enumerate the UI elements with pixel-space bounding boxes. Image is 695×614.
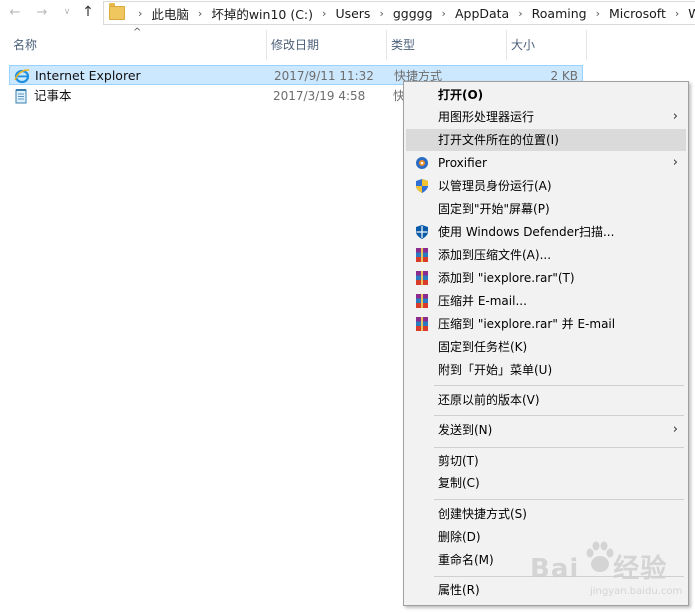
folder-icon <box>109 3 125 20</box>
address-toolbar: ← → ∨ ↑ › 此电脑 › 坏掉的win10 (C:) › Users › … <box>0 0 695 26</box>
breadcrumb-item[interactable]: ggggg <box>393 6 433 21</box>
breadcrumb-separator-icon[interactable]: › <box>518 7 522 20</box>
forward-arrow-icon[interactable]: → <box>33 3 51 21</box>
back-arrow-icon[interactable]: ← <box>6 3 24 21</box>
uac-shield-icon <box>416 179 428 193</box>
baidu-paw-icon <box>586 541 614 572</box>
winrar-icon <box>416 317 428 331</box>
menu-item-run-with-gpu[interactable]: 用图形处理器运行 › <box>406 106 686 128</box>
breadcrumb-separator-icon[interactable]: › <box>198 7 202 20</box>
breadcrumb-separator-icon[interactable]: › <box>322 7 326 20</box>
proxifier-icon <box>416 157 428 169</box>
column-header-name[interactable]: 名称 <box>9 30 267 60</box>
file-date: 2017/3/19 4:58 <box>273 89 366 103</box>
menu-item-open[interactable]: 打开(O) <box>406 84 686 106</box>
winrar-icon <box>416 271 428 285</box>
menu-item-add-to-archive[interactable]: 添加到压缩文件(A)... <box>406 244 686 266</box>
menu-item-delete[interactable]: 删除(D) <box>406 526 686 548</box>
breadcrumb-item[interactable]: Wi <box>688 6 695 21</box>
menu-separator <box>434 447 684 448</box>
up-arrow-icon[interactable]: ↑ <box>79 3 97 21</box>
breadcrumb-separator-icon[interactable]: › <box>138 7 142 20</box>
breadcrumb-separator-icon[interactable]: › <box>379 7 383 20</box>
menu-item-pin-to-start[interactable]: 固定到"开始"屏幕(P) <box>406 198 686 220</box>
menu-separator <box>434 499 684 500</box>
breadcrumb-separator-icon[interactable]: › <box>596 7 600 20</box>
context-menu: 打开(O) 用图形处理器运行 › 打开文件所在的位置(I) Proxifier … <box>403 81 689 606</box>
breadcrumb-separator-icon[interactable]: › <box>675 7 679 20</box>
winrar-icon <box>416 294 428 308</box>
menu-item-run-as-admin[interactable]: 以管理员身份运行(A) <box>406 175 686 197</box>
breadcrumb-item[interactable]: 此电脑 <box>151 4 189 23</box>
winrar-icon <box>416 248 428 262</box>
baidu-watermark-url: jingyan.baidu.com <box>590 586 683 597</box>
address-bar[interactable]: › 此电脑 › 坏掉的win10 (C:) › Users › ggggg › … <box>103 1 695 25</box>
menu-separator <box>434 415 684 416</box>
defender-shield-icon <box>416 225 428 239</box>
breadcrumb-separator-icon[interactable]: › <box>442 7 446 20</box>
breadcrumb-item[interactable]: Roaming <box>532 6 587 21</box>
internet-explorer-icon <box>14 69 30 84</box>
menu-item-cut[interactable]: 剪切(T) <box>406 450 686 472</box>
file-name: 记事本 <box>34 88 72 103</box>
column-header-size[interactable]: 大小 <box>507 30 587 60</box>
submenu-arrow-icon: › <box>672 155 678 170</box>
menu-item-pin-to-taskbar[interactable]: 固定到任务栏(K) <box>406 336 686 358</box>
breadcrumb-item[interactable]: Microsoft <box>609 6 666 21</box>
submenu-arrow-icon: › <box>672 109 678 124</box>
submenu-arrow-icon: › <box>672 422 678 437</box>
file-name: Internet Explorer <box>35 68 141 83</box>
menu-item-attach-to-start-menu[interactable]: 附到「开始」菜单(U) <box>406 359 686 381</box>
menu-item-send-to[interactable]: 发送到(N) › <box>406 419 686 441</box>
menu-item-create-shortcut[interactable]: 创建快捷方式(S) <box>406 503 686 525</box>
column-header-row: ^ 名称 修改日期 类型 大小 <box>0 27 695 60</box>
notepad-icon <box>15 89 27 104</box>
menu-item-proxifier[interactable]: Proxifier › <box>406 152 686 174</box>
menu-item-open-file-location[interactable]: 打开文件所在的位置(I) <box>406 129 686 151</box>
menu-item-defender-scan[interactable]: 使用 Windows Defender扫描... <box>406 221 686 243</box>
column-header-type[interactable]: 类型 <box>387 30 507 60</box>
menu-separator <box>434 385 684 386</box>
breadcrumb-item[interactable]: Users <box>335 6 370 21</box>
menu-item-compress-and-email[interactable]: 压缩并 E-mail... <box>406 290 686 312</box>
breadcrumb-item[interactable]: 坏掉的win10 (C:) <box>211 4 313 23</box>
menu-item-add-to-iexplore-rar[interactable]: 添加到 "iexplore.rar"(T) <box>406 267 686 289</box>
menu-item-copy[interactable]: 复制(C) <box>406 472 686 494</box>
column-header-date[interactable]: 修改日期 <box>267 30 387 60</box>
file-date: 2017/9/11 11:32 <box>274 69 374 83</box>
menu-item-compress-to-rar-and-email[interactable]: 压缩到 "iexplore.rar" 并 E-mail <box>406 313 686 335</box>
breadcrumb-item[interactable]: AppData <box>455 6 509 21</box>
recent-locations-chevron-icon[interactable]: ∨ <box>58 3 76 21</box>
menu-item-restore-previous-versions[interactable]: 还原以前的版本(V) <box>406 389 686 411</box>
